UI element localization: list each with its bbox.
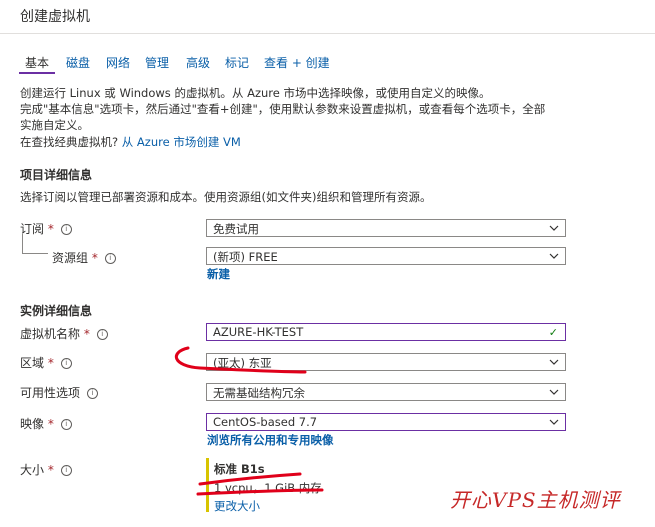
chevron-down-icon xyxy=(549,225,559,231)
required-marker: * xyxy=(91,251,98,265)
size-name: 标准 B1s xyxy=(214,462,265,476)
intro-line-2: 完成"基本信息"选项卡，然后通过"查看+创建"，使用默认参数来设置虚拟机，或查看… xyxy=(20,102,546,116)
resource-group-label: 资源组 * i xyxy=(52,249,116,266)
tab-management[interactable]: 管理 xyxy=(145,54,169,71)
resource-group-value: (新项) FREE xyxy=(213,250,278,264)
vm-name-input[interactable]: AZURE-HK-TEST ✓ xyxy=(206,323,566,341)
chevron-down-icon xyxy=(549,389,559,395)
vm-name-label: 虚拟机名称 * i xyxy=(20,325,108,342)
region-label-text: 区域 xyxy=(20,356,45,370)
page-title: 创建虚拟机 xyxy=(20,9,90,25)
chevron-down-icon xyxy=(549,419,559,425)
info-icon[interactable]: i xyxy=(96,329,108,340)
info-icon[interactable]: i xyxy=(60,224,72,235)
instance-details-heading: 实例详细信息 xyxy=(20,304,93,318)
size-label-text: 大小 xyxy=(20,463,45,477)
tab-disks[interactable]: 磁盘 xyxy=(66,54,90,71)
resource-group-label-text: 资源组 xyxy=(52,251,89,265)
tree-connector-horizontal xyxy=(22,253,48,254)
change-size-link[interactable]: 更改大小 xyxy=(214,498,260,514)
intro-line-3: 实施自定义。 xyxy=(20,118,89,132)
image-label-text: 映像 xyxy=(20,417,45,431)
availability-value: 无需基础结构冗余 xyxy=(213,386,305,400)
watermark: 开心VPS主机测评 xyxy=(450,488,621,512)
required-marker: * xyxy=(47,356,54,370)
required-marker: * xyxy=(83,327,90,341)
info-icon[interactable]: i xyxy=(60,419,72,430)
vm-name-label-text: 虚拟机名称 xyxy=(20,327,81,341)
tree-connector-vertical xyxy=(22,234,23,253)
info-icon[interactable]: i xyxy=(104,253,116,264)
tab-advanced[interactable]: 高级 xyxy=(186,54,210,71)
info-icon[interactable]: i xyxy=(60,358,72,369)
classic-vm-link[interactable]: 从 Azure 市场创建 VM xyxy=(122,135,241,149)
classic-vm-question: 在查找经典虚拟机? xyxy=(20,135,119,149)
subscription-value: 免费试用 xyxy=(213,222,259,236)
region-label: 区域 * i xyxy=(20,354,72,371)
subscription-label: 订阅 * i xyxy=(20,220,72,237)
image-label: 映像 * i xyxy=(20,415,72,432)
availability-select[interactable]: 无需基础结构冗余 xyxy=(206,383,566,401)
chevron-down-icon xyxy=(549,359,559,365)
availability-label-text: 可用性选项 xyxy=(20,386,81,400)
intro-line-1: 创建运行 Linux 或 Windows 的虚拟机。从 Azure 市场中选择映… xyxy=(20,86,491,100)
tab-basics[interactable]: 基本 xyxy=(25,54,49,71)
project-details-heading: 项目详细信息 xyxy=(20,168,93,182)
size-label: 大小 * i xyxy=(20,461,72,478)
required-marker: * xyxy=(47,463,54,477)
info-icon[interactable]: i xyxy=(60,465,72,476)
vm-name-value: AZURE-HK-TEST xyxy=(213,325,304,339)
classic-vm-row: 在查找经典虚拟机? 从 Azure 市场创建 VM xyxy=(20,134,241,150)
size-accent-bar xyxy=(206,458,209,512)
blade-header xyxy=(0,0,655,34)
tab-review-create[interactable]: 查看 + 创建 xyxy=(264,54,330,71)
create-new-resource-group-link[interactable]: 新建 xyxy=(207,266,230,282)
tab-tags[interactable]: 标记 xyxy=(225,54,249,71)
checkmark-icon: ✓ xyxy=(548,326,558,339)
region-value: (亚太) 东亚 xyxy=(213,356,272,370)
size-spec: 1 vcpu，1 GiB 内存 xyxy=(214,481,322,495)
subscription-label-text: 订阅 xyxy=(20,222,45,236)
region-select[interactable]: (亚太) 东亚 xyxy=(206,353,566,371)
image-value: CentOS-based 7.7 xyxy=(213,415,318,429)
availability-label: 可用性选项 i xyxy=(20,384,98,401)
required-marker: * xyxy=(47,417,54,431)
subscription-select[interactable]: 免费试用 xyxy=(206,219,566,237)
chevron-down-icon xyxy=(549,253,559,259)
resource-group-select[interactable]: (新项) FREE xyxy=(206,247,566,265)
info-icon[interactable]: i xyxy=(86,388,98,399)
active-tab-indicator xyxy=(19,72,55,74)
image-select[interactable]: CentOS-based 7.7 xyxy=(206,413,566,431)
required-marker: * xyxy=(47,222,54,236)
tab-networking[interactable]: 网络 xyxy=(106,54,130,71)
project-details-desc: 选择订阅以管理已部署资源和成本。使用资源组(如文件夹)组织和管理所有资源。 xyxy=(20,190,432,204)
browse-images-link[interactable]: 浏览所有公用和专用映像 xyxy=(207,432,334,448)
